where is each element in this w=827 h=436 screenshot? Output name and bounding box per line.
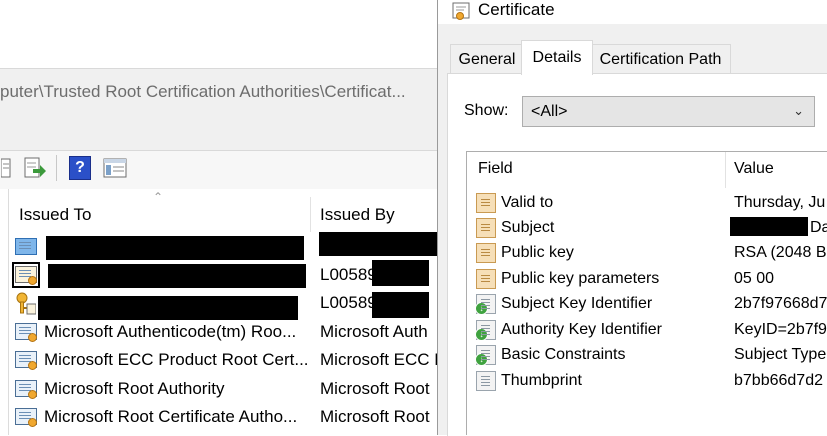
extension-icon: ↓ — [475, 319, 496, 341]
mmc-address-bar — [0, 68, 437, 151]
certificate-row[interactable]: L00589 — [12, 260, 437, 288]
certificate-icon — [14, 378, 38, 400]
certificate-icon — [14, 349, 38, 371]
show-dropdown[interactable]: <All> ⌄ — [522, 96, 815, 127]
chevron-down-icon: ⌄ — [793, 103, 804, 118]
certificate-key-icon — [14, 292, 38, 315]
field-row[interactable]: Thumbprint b7bb66d7d2 — [476, 368, 827, 393]
redaction — [372, 260, 429, 286]
mmc-window-top — [0, 0, 437, 68]
tab-certification-path[interactable]: Certification Path — [590, 44, 731, 75]
redaction — [46, 236, 304, 260]
tab-general[interactable]: General — [450, 44, 524, 75]
certificate-row[interactable]: Microsoft Authenticode(tm) Roo... Micros… — [14, 319, 437, 345]
mmc-toolbar — [0, 150, 437, 190]
sort-ascending-icon: ⌃ — [153, 190, 164, 204]
dialog-title: Certificate — [478, 0, 555, 19]
export-list-icon[interactable] — [22, 155, 48, 181]
field-row[interactable]: ↓ Basic Constraints Subject Type — [475, 342, 827, 367]
field-row[interactable]: Subject Da — [476, 215, 827, 240]
field-row[interactable]: Public key RSA (2048 Bi — [476, 240, 827, 265]
field-row[interactable]: Public key parameters 05 00 — [476, 266, 827, 291]
field-doc-icon — [476, 242, 496, 263]
certificate-icon — [14, 236, 38, 258]
extension-icon: ↓ — [475, 293, 496, 315]
column-divider[interactable] — [310, 197, 311, 232]
certificate-icon — [14, 321, 38, 343]
field-doc-icon — [476, 268, 496, 289]
redaction — [372, 292, 429, 318]
redaction — [319, 232, 443, 256]
certificate-icon — [452, 1, 472, 21]
column-header-value[interactable]: Value — [734, 160, 774, 178]
column-divider[interactable] — [725, 152, 726, 188]
field-doc-icon — [476, 217, 496, 238]
show-label: Show: — [464, 102, 509, 119]
property-icon — [476, 370, 496, 391]
field-row[interactable]: ↓ Authority Key Identifier KeyID=2b7f9 — [475, 317, 827, 342]
certificate-row[interactable] — [14, 232, 443, 260]
list-border — [8, 189, 9, 435]
redaction — [730, 217, 808, 236]
column-header-issued-to[interactable]: Issued To — [19, 200, 91, 230]
certificate-row[interactable]: Microsoft Root Authority Microsoft Root — [14, 376, 437, 402]
tab-details[interactable]: Details — [521, 40, 593, 75]
extension-icon: ↓ — [475, 344, 496, 366]
column-header-field[interactable]: Field — [478, 160, 513, 178]
help-icon[interactable]: ? — [68, 155, 92, 181]
certificate-row[interactable]: Microsoft Root Certificate Autho... Micr… — [14, 404, 437, 430]
field-row[interactable]: ↓ Subject Key Identifier 2b7f97668d7 — [475, 291, 827, 316]
certificate-row[interactable]: L00589 — [14, 290, 437, 320]
toolbar-separator — [56, 155, 57, 181]
redaction — [38, 296, 298, 320]
certificate-icon — [12, 262, 40, 288]
show-dropdown-value: <All> — [531, 102, 568, 120]
redaction — [48, 264, 306, 288]
certificate-row[interactable]: Microsoft ECC Product Root Cert... Micro… — [14, 347, 437, 373]
field-doc-icon — [476, 192, 496, 213]
column-header-issued-by[interactable]: Issued By — [320, 200, 395, 230]
properties-icon[interactable] — [0, 155, 12, 181]
console-path: puter\Trusted Root Certification Authori… — [0, 82, 406, 101]
field-row[interactable]: Valid to Thursday, Ju — [476, 190, 827, 215]
certificate-icon — [14, 406, 38, 428]
mmc-view-icon[interactable] — [102, 155, 128, 181]
